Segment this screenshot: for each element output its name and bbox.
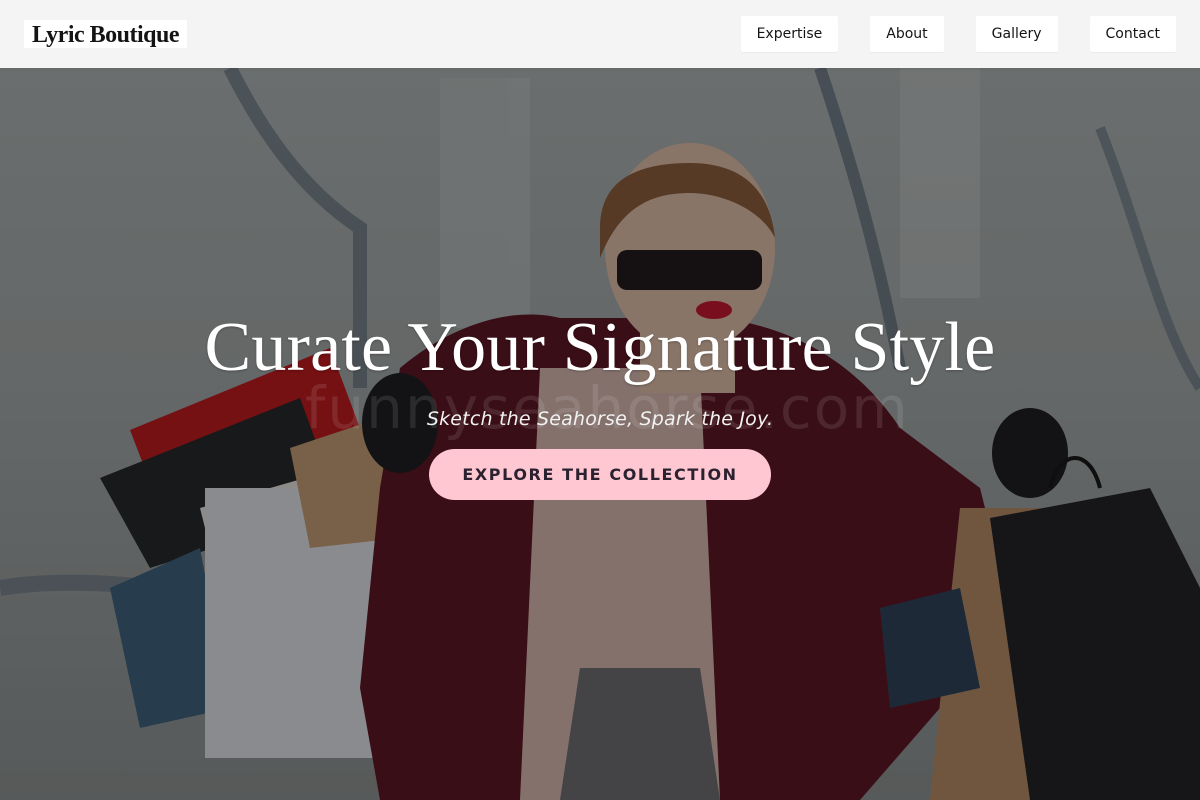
nav-about-button[interactable]: About [870, 16, 944, 52]
hero-title: Curate Your Signature Style [204, 309, 996, 386]
nav-contact-button[interactable]: Contact [1089, 16, 1176, 52]
brand-logo[interactable]: Lyric Boutique [24, 20, 188, 48]
hero-section: funnyseahorse.com Curate Your Signature … [0, 68, 1200, 800]
hero-tagline: Sketch the Seahorse, Spark the Joy. [426, 408, 774, 430]
nav-gallery-button[interactable]: Gallery [975, 16, 1058, 52]
site-header: Lyric Boutique Expertise About Gallery C… [0, 0, 1200, 68]
explore-collection-button[interactable]: EXPLORE THE COLLECTION [429, 449, 771, 500]
hero-content: Curate Your Signature Style Sketch the S… [0, 308, 1200, 500]
nav-expertise-button[interactable]: Expertise [740, 16, 839, 52]
main-nav: Expertise About Gallery Contact [740, 16, 1176, 52]
